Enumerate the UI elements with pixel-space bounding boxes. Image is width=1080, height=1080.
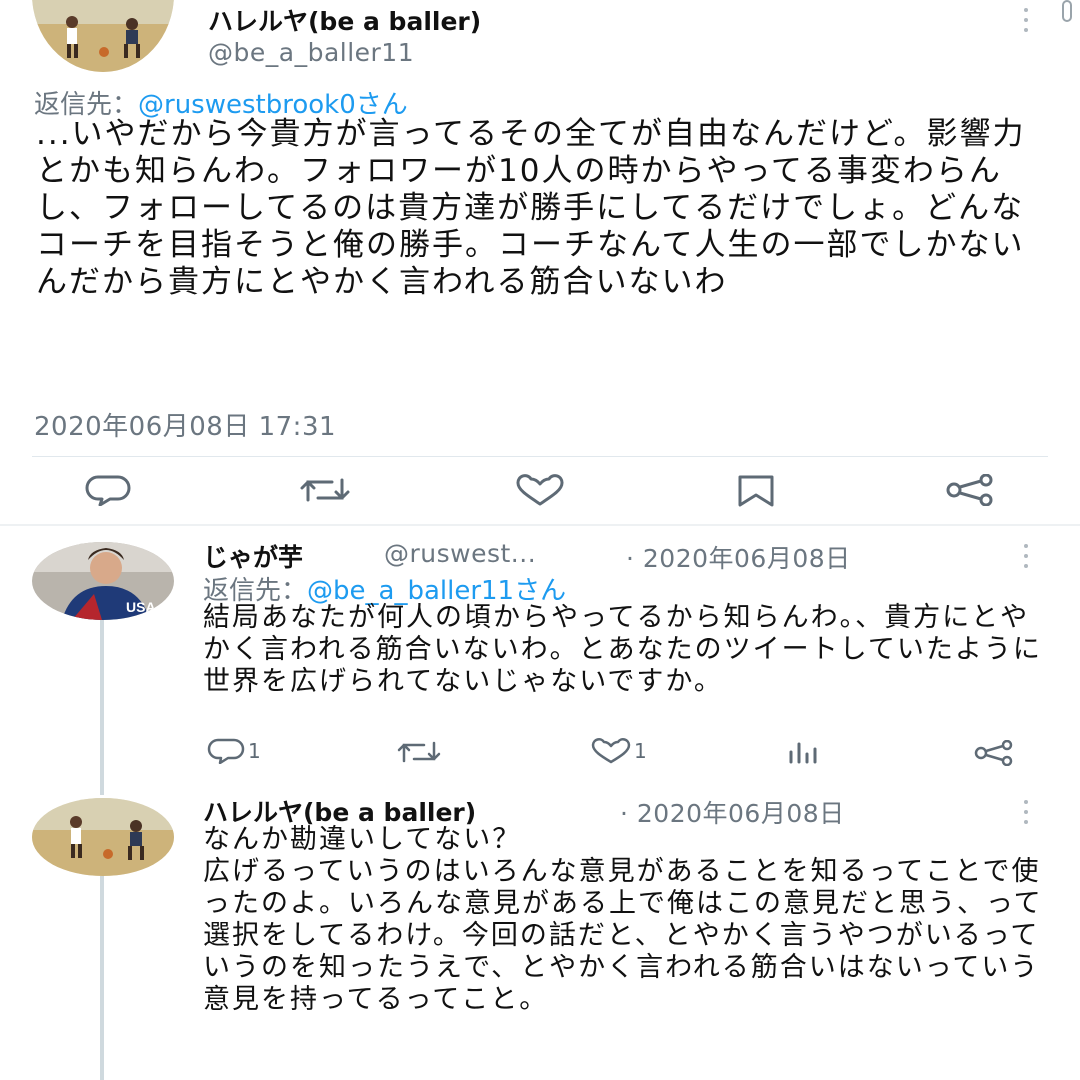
main-timestamp: 2020年06月08日 17:31 — [34, 412, 337, 442]
reply2-more-options-icon[interactable] — [1020, 800, 1032, 824]
more-options-icon[interactable] — [1020, 8, 1032, 32]
reply2-text-body: 広げるっていうのはいろんな意見があることを知るってことで使ったのよ。いろんな意見… — [203, 856, 1043, 1015]
main-display-name[interactable]: ハレルヤ(be a baller) — [208, 2, 481, 38]
avatar-be-a-baller[interactable] — [32, 0, 174, 72]
reply1-reply-button[interactable]: 1 — [206, 738, 261, 764]
divider — [32, 456, 1048, 457]
share-button[interactable] — [946, 474, 994, 506]
avatar-jagaimo[interactable]: USA — [32, 542, 174, 620]
share-icon — [946, 474, 993, 506]
reply-button[interactable] — [84, 474, 132, 506]
avatar-be-a-baller-reply[interactable] — [32, 798, 174, 876]
reply1-text: 結局あなたが何人の頃からやってるから知らんわ。、貴方にとやかく言われる筋合いない… — [203, 602, 1042, 697]
section-divider — [0, 524, 1080, 526]
share-icon — [974, 740, 1013, 766]
retweet-button[interactable] — [298, 476, 352, 504]
bookmark-button[interactable] — [736, 474, 776, 508]
reply1-display-name[interactable]: じゃが芋 — [203, 538, 303, 574]
main-tweet-text: ...いやだから今貴方が言ってるその全てが自由なんだけど。影響力とかも知らんわ。… — [36, 116, 1026, 300]
scrollbar[interactable] — [1062, 0, 1072, 22]
reply1-more-options-icon[interactable] — [1020, 544, 1032, 568]
bookmark-icon — [738, 475, 774, 507]
reply1-analytics-button[interactable] — [786, 740, 820, 764]
main-handle[interactable]: @be_a_baller11 — [208, 38, 414, 67]
like-count: 1 — [634, 739, 647, 763]
reply1-retweet-button[interactable] — [396, 740, 442, 764]
thread-line — [100, 620, 104, 795]
reply-icon — [85, 475, 131, 506]
thread-line — [100, 876, 104, 1080]
reply-count: 1 — [248, 739, 261, 763]
reply1-share-button[interactable] — [974, 740, 1014, 766]
analytics-icon — [789, 742, 817, 764]
svg-text:USA: USA — [126, 599, 156, 615]
reply2-text-line1: なんか勘違いしてない？ — [203, 824, 522, 855]
like-icon — [591, 738, 631, 764]
like-button[interactable] — [514, 474, 566, 506]
reply1-date: · 2020年06月08日 — [626, 544, 851, 573]
like-icon — [516, 474, 564, 506]
retweet-icon — [397, 741, 441, 763]
reply1-like-button[interactable]: 1 — [590, 738, 647, 764]
retweet-icon — [300, 478, 350, 502]
reply-icon — [207, 738, 245, 764]
reply1-handle[interactable]: @ruswest... — [384, 539, 536, 568]
